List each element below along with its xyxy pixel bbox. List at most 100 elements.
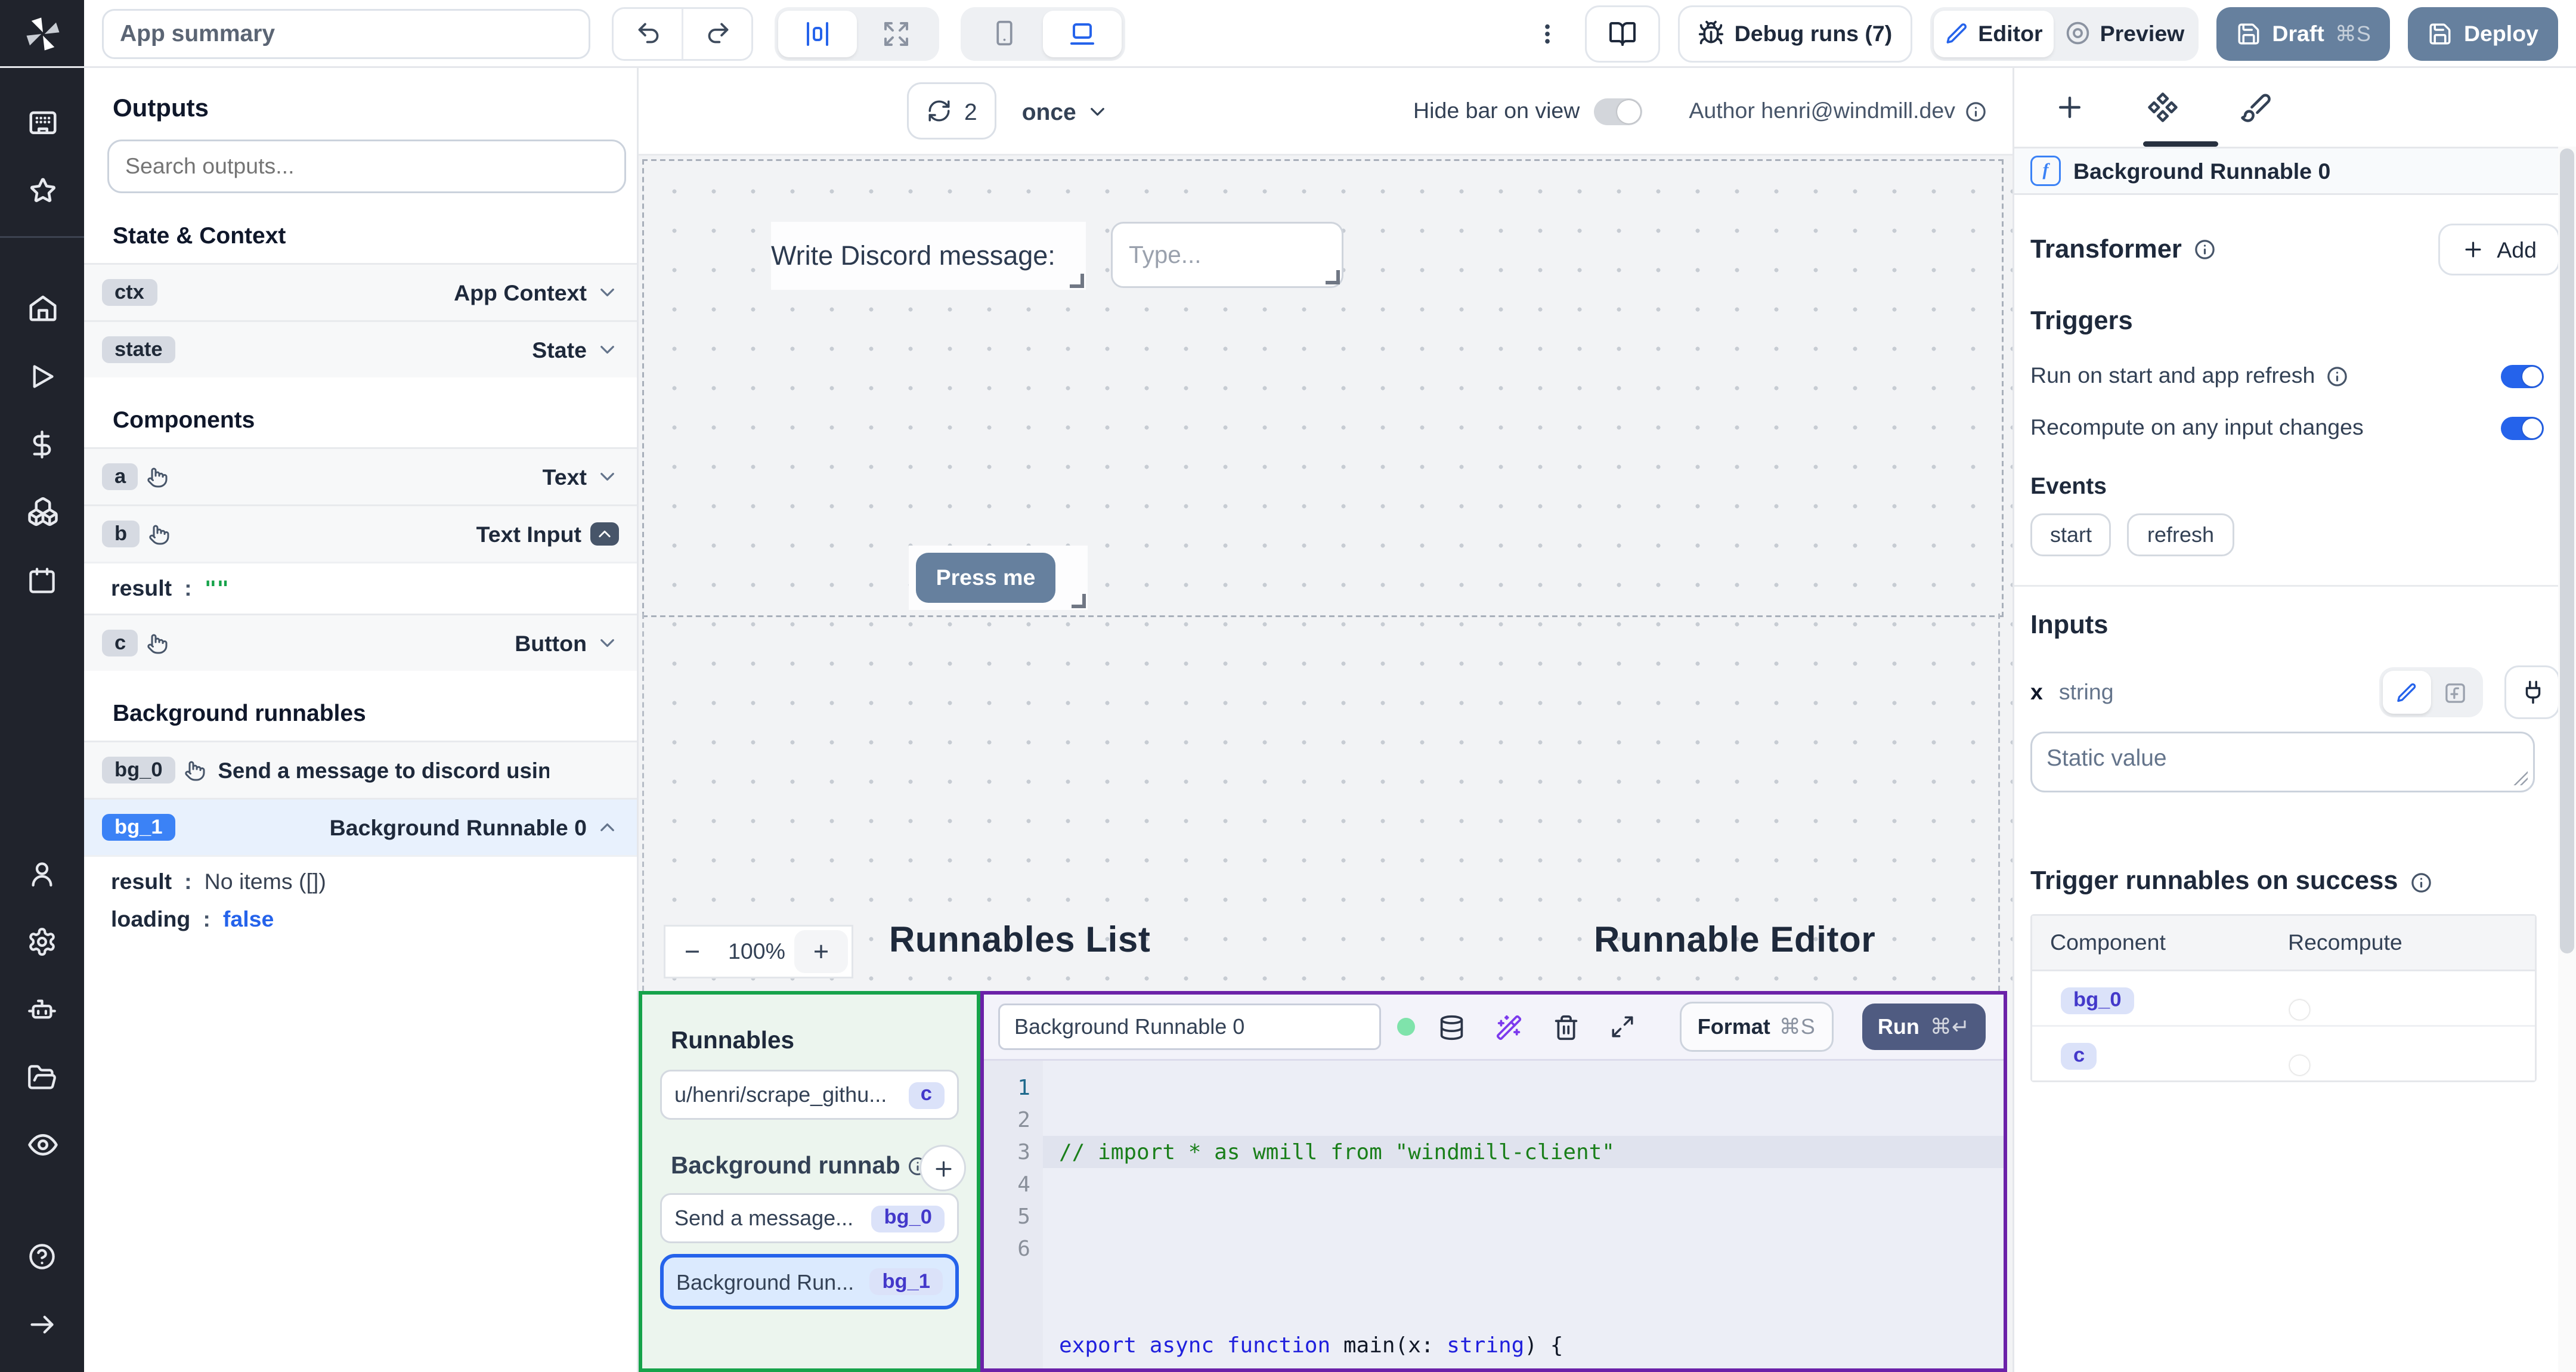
output-row-bg0[interactable]: bg_0 Send a message to discord using web… bbox=[84, 741, 637, 798]
runnable-item-bg1-selected[interactable]: Background Run... bg_1 bbox=[660, 1254, 959, 1309]
windmill-logo[interactable] bbox=[0, 0, 84, 66]
resize-handle[interactable] bbox=[1326, 270, 1340, 284]
scrollbar-thumb[interactable] bbox=[2560, 148, 2574, 953]
full-width-layout-button[interactable] bbox=[857, 10, 936, 57]
center-layout-button[interactable] bbox=[778, 10, 857, 57]
robot-icon bbox=[28, 999, 56, 1018]
workspace-item[interactable] bbox=[0, 89, 84, 157]
connect-input-button[interactable] bbox=[2504, 665, 2560, 719]
info-icon[interactable] bbox=[1964, 100, 1987, 123]
event-refresh-chip[interactable]: refresh bbox=[2128, 513, 2234, 556]
expression-mode-button[interactable] bbox=[2431, 671, 2479, 714]
home-item[interactable] bbox=[0, 274, 84, 342]
app-canvas[interactable]: Write Discord message: Type... Press me … bbox=[639, 154, 2012, 991]
debug-runs-button[interactable]: Debug runs (7) bbox=[1677, 4, 1912, 62]
run-on-start-toggle[interactable] bbox=[2501, 364, 2544, 388]
runnable-item-c[interactable]: u/henri/scrape_githu... c bbox=[660, 1070, 959, 1120]
cache-button[interactable] bbox=[1438, 1014, 1465, 1040]
docs-button[interactable] bbox=[1584, 4, 1659, 62]
mobile-view-button[interactable] bbox=[964, 10, 1043, 57]
output-row-a[interactable]: a Text bbox=[84, 447, 637, 504]
info-icon[interactable] bbox=[2409, 871, 2432, 894]
static-mode-button[interactable] bbox=[2383, 671, 2431, 714]
folders-item[interactable] bbox=[0, 1043, 84, 1111]
chevron-up-icon[interactable] bbox=[596, 816, 619, 839]
eye-icon bbox=[2066, 21, 2089, 45]
audit-item[interactable] bbox=[0, 1111, 84, 1179]
run-button[interactable]: Run ⌘↵ bbox=[1861, 1004, 1986, 1050]
refresh-count-button[interactable]: 2 bbox=[907, 82, 997, 140]
desktop-view-button[interactable] bbox=[1043, 10, 1122, 57]
preview-tab[interactable]: Preview bbox=[2054, 10, 2196, 57]
triggers-title: Triggers bbox=[2030, 308, 2133, 336]
run-label: Run bbox=[1877, 1014, 1919, 1039]
resize-handle[interactable] bbox=[1072, 594, 1086, 608]
recompute-label: Recompute on any input changes bbox=[2030, 415, 2364, 440]
output-row-b[interactable]: b Text Input bbox=[84, 504, 637, 562]
trigger-success-table: Component Recompute bg_0 c bbox=[2030, 914, 2537, 1082]
runnable-name-input[interactable] bbox=[998, 1004, 1381, 1050]
input-mode-toggle bbox=[2379, 667, 2483, 717]
refresh-interval-dropdown[interactable]: once bbox=[1022, 98, 1109, 125]
chevron-up-icon[interactable] bbox=[590, 522, 619, 546]
settings-tab-selected[interactable] bbox=[2147, 91, 2179, 123]
workers-item[interactable] bbox=[0, 975, 84, 1043]
favorites-item[interactable] bbox=[0, 157, 84, 225]
format-shortcut: ⌘S bbox=[1779, 1014, 1815, 1039]
help-item[interactable] bbox=[0, 1222, 84, 1290]
recompute-toggle[interactable] bbox=[2501, 416, 2544, 439]
runs-item[interactable] bbox=[0, 342, 84, 410]
static-value-field[interactable]: Static value bbox=[2030, 732, 2535, 792]
settings-item[interactable] bbox=[0, 907, 84, 975]
expand-editor-button[interactable] bbox=[1610, 1014, 1635, 1039]
add-background-runnable-button[interactable] bbox=[919, 1145, 966, 1191]
delete-button[interactable] bbox=[1553, 1014, 1580, 1040]
format-button[interactable]: Format ⌘S bbox=[1679, 1002, 1833, 1052]
hide-bar-toggle[interactable] bbox=[1594, 97, 1643, 125]
output-row-bg1[interactable]: bg_1 Background Runnable 0 bbox=[84, 798, 637, 855]
more-menu-button[interactable] bbox=[1534, 19, 1559, 48]
theme-tab[interactable] bbox=[2240, 91, 2272, 123]
c-type-label: Button bbox=[515, 630, 587, 656]
schedules-item[interactable] bbox=[0, 546, 84, 614]
chevron-down-icon[interactable] bbox=[596, 465, 619, 488]
loading-value: false bbox=[222, 907, 274, 932]
output-row-ctx[interactable]: ctx App Context bbox=[84, 263, 637, 320]
chevron-down-icon[interactable] bbox=[596, 631, 619, 655]
app-summary-input[interactable] bbox=[102, 8, 590, 58]
insert-component-tab[interactable] bbox=[2054, 91, 2086, 123]
add-transformer-button[interactable]: Add bbox=[2438, 224, 2560, 275]
text-input-component[interactable]: Type... bbox=[1111, 222, 1343, 288]
editor-tab[interactable]: Editor bbox=[1933, 10, 2054, 57]
code-editor[interactable]: 1 2 3 4 5 6 // import * as wmill from "w… bbox=[984, 1061, 2004, 1368]
redo-button[interactable] bbox=[682, 8, 751, 58]
deploy-button[interactable]: Deploy bbox=[2408, 6, 2558, 60]
chevron-down-icon[interactable] bbox=[596, 281, 619, 304]
chevron-down-icon[interactable] bbox=[596, 338, 619, 361]
runnable-item-bg0[interactable]: Send a message... bg_0 bbox=[660, 1193, 959, 1243]
resize-handle[interactable] bbox=[1070, 274, 1084, 288]
right-panel-scrollbar[interactable] bbox=[2558, 147, 2576, 1372]
zoom-out-button[interactable]: − bbox=[665, 937, 719, 967]
button-component-wrapper[interactable]: Press me bbox=[909, 546, 1088, 610]
zoom-in-button[interactable]: + bbox=[794, 930, 848, 973]
text-component[interactable]: Write Discord message: bbox=[771, 222, 1086, 290]
variables-item[interactable] bbox=[0, 410, 84, 478]
draft-button[interactable]: Draft ⌘S bbox=[2216, 6, 2391, 60]
table-header: Component Recompute bbox=[2032, 916, 2535, 971]
resize-grip-icon[interactable] bbox=[2513, 771, 2528, 785]
undo-button[interactable] bbox=[614, 8, 682, 58]
event-start-chip[interactable]: start bbox=[2030, 513, 2112, 556]
press-me-button[interactable]: Press me bbox=[916, 553, 1055, 603]
info-icon[interactable] bbox=[2326, 364, 2349, 388]
logout-item[interactable] bbox=[0, 1290, 84, 1358]
draft-label: Draft bbox=[2272, 20, 2324, 46]
users-item[interactable] bbox=[0, 839, 84, 907]
output-row-c[interactable]: c Button bbox=[84, 614, 637, 671]
active-tab-underline bbox=[2143, 141, 2218, 147]
output-row-state[interactable]: state State bbox=[84, 320, 637, 377]
resources-item[interactable] bbox=[0, 478, 84, 546]
search-outputs-input[interactable] bbox=[107, 140, 626, 193]
ai-assist-button[interactable] bbox=[1496, 1014, 1522, 1040]
info-icon[interactable] bbox=[2193, 238, 2216, 261]
